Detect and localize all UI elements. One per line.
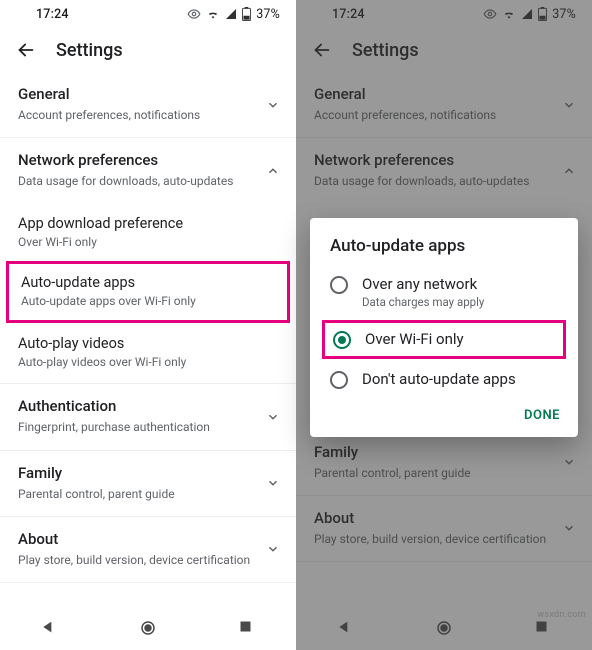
status-bar: 17:24 37% [0, 0, 296, 28]
section-subtitle: Fingerprint, purchase authentication [18, 419, 278, 435]
radio-icon [330, 276, 348, 294]
option-label: Over any network [362, 275, 484, 293]
nav-recent-icon[interactable] [238, 619, 256, 637]
option-wifi-only-selected[interactable]: Over Wi-Fi only [322, 320, 566, 359]
section-title: Family [18, 464, 278, 482]
pref-download[interactable]: App download preference Over Wi-Fi only [0, 203, 296, 261]
option-any-network[interactable]: Over any network Data charges may apply [310, 266, 578, 318]
section-title: Network preferences [18, 151, 278, 169]
pref-title: Auto-update apps [21, 274, 275, 291]
section-family[interactable]: Family Parental control, parent guide [0, 451, 296, 517]
pref-auto-update-highlighted[interactable]: Auto-update apps Auto-update apps over W… [6, 261, 290, 323]
pref-subtitle: Auto-play videos over Wi-Fi only [18, 355, 278, 369]
pref-subtitle: Over Wi-Fi only [18, 235, 278, 249]
chevron-down-icon [266, 476, 280, 490]
radio-icon [330, 371, 348, 389]
section-network[interactable]: Network preferences Data usage for downl… [0, 138, 296, 203]
battery-icon [242, 7, 251, 21]
pref-title: Auto-play videos [18, 335, 278, 352]
section-title: About [18, 530, 278, 548]
option-dont-auto-update[interactable]: Don't auto-update apps [310, 361, 578, 398]
auto-update-dialog: Auto-update apps Over any network Data c… [310, 218, 578, 437]
nav-home-icon[interactable] [139, 619, 157, 637]
back-button[interactable] [14, 38, 38, 62]
dialog-actions: DONE [310, 398, 578, 431]
pref-subtitle: Auto-update apps over Wi-Fi only [21, 294, 275, 308]
section-general[interactable]: General Account preferences, notificatio… [0, 72, 296, 138]
pref-autoplay[interactable]: Auto-play videos Auto-play videos over W… [0, 323, 296, 384]
dialog-title: Auto-update apps [310, 236, 578, 266]
section-subtitle: Play store, build version, device certif… [18, 552, 278, 568]
section-subtitle: Account preferences, notifications [18, 107, 278, 123]
eye-icon [187, 7, 201, 21]
section-auth[interactable]: Authentication Fingerprint, purchase aut… [0, 384, 296, 450]
chevron-down-icon [266, 98, 280, 112]
chevron-down-icon [266, 410, 280, 424]
done-button[interactable]: DONE [524, 408, 560, 423]
nav-bar [0, 606, 296, 650]
section-subtitle: Parental control, parent guide [18, 486, 278, 502]
chevron-up-icon [266, 164, 280, 178]
pref-title: App download preference [18, 215, 278, 232]
chevron-down-icon [266, 542, 280, 556]
screen-left: 17:24 37% Settings General Account prefe… [0, 0, 296, 650]
section-subtitle: Data usage for downloads, auto-updates [18, 173, 278, 189]
wifi-icon [206, 7, 220, 21]
screen-right: 17:24 37% Settings General Account prefe… [296, 0, 592, 650]
radio-selected-icon [333, 331, 351, 349]
section-about[interactable]: About Play store, build version, device … [0, 517, 296, 583]
page-title: Settings [56, 40, 123, 61]
option-label: Don't auto-update apps [362, 370, 516, 388]
section-title: General [18, 85, 278, 103]
signal-icon [225, 8, 237, 20]
section-title: Authentication [18, 397, 278, 415]
option-sub: Data charges may apply [362, 295, 484, 309]
status-battery: 37% [256, 7, 280, 22]
nav-back-icon[interactable] [40, 619, 58, 637]
status-time: 17:24 [36, 7, 69, 22]
settings-list: General Account preferences, notificatio… [0, 72, 296, 606]
app-bar: Settings [0, 28, 296, 72]
option-label: Over Wi-Fi only [365, 330, 464, 348]
